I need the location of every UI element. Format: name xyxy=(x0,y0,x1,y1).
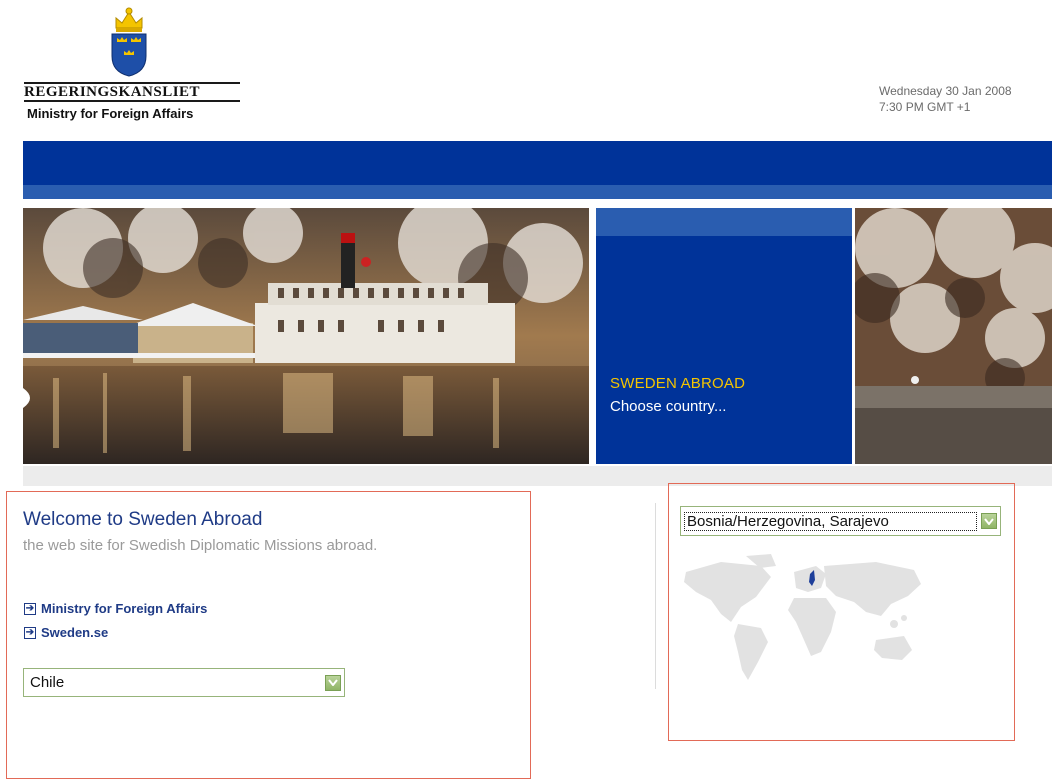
link-label[interactable]: Ministry for Foreign Affairs xyxy=(41,601,207,616)
arrow-right-icon: ➔ xyxy=(24,626,36,639)
current-date: Wednesday 30 Jan 2008 xyxy=(879,84,1012,98)
organization-name: REGERINGSKANSLIET xyxy=(24,82,240,102)
sweden-abroad-panel[interactable] xyxy=(596,208,852,464)
navigation-bar-strip xyxy=(23,185,1052,199)
banner-photo-winter-lake xyxy=(855,208,1052,464)
choose-country-prompt[interactable]: Choose country... xyxy=(610,398,726,415)
link-ministry-for-foreign-affairs[interactable]: ➔ Ministry for Foreign Affairs xyxy=(24,601,207,616)
welcome-title: Welcome to Sweden Abroad xyxy=(23,509,263,530)
chevron-down-icon[interactable] xyxy=(981,513,997,529)
banner-photo-steamboat xyxy=(23,208,589,464)
link-sweden-se[interactable]: ➔ Sweden.se xyxy=(24,625,108,640)
sweden-abroad-panel-strip xyxy=(596,208,852,236)
mission-select-value: Bosnia/Herzegovina, Sarajevo xyxy=(684,511,977,531)
arrow-right-icon: ➔ xyxy=(24,602,36,615)
country-select[interactable]: Chile xyxy=(23,668,345,697)
country-select-value: Chile xyxy=(30,674,65,691)
world-map-icon[interactable] xyxy=(676,552,926,684)
current-time: 7:30 PM GMT +1 xyxy=(879,100,971,114)
navigation-bar xyxy=(23,141,1052,187)
welcome-subtitle: the web site for Swedish Diplomatic Miss… xyxy=(23,537,378,554)
mission-select[interactable]: Bosnia/Herzegovina, Sarajevo xyxy=(680,506,1001,536)
link-label[interactable]: Sweden.se xyxy=(41,625,108,640)
ministry-name: Ministry for Foreign Affairs xyxy=(27,106,194,121)
sweden-abroad-heading: SWEDEN ABROAD xyxy=(610,375,746,392)
chevron-down-icon[interactable] xyxy=(325,674,341,691)
column-divider xyxy=(655,503,656,689)
three-crowns-crest-icon xyxy=(111,7,147,77)
